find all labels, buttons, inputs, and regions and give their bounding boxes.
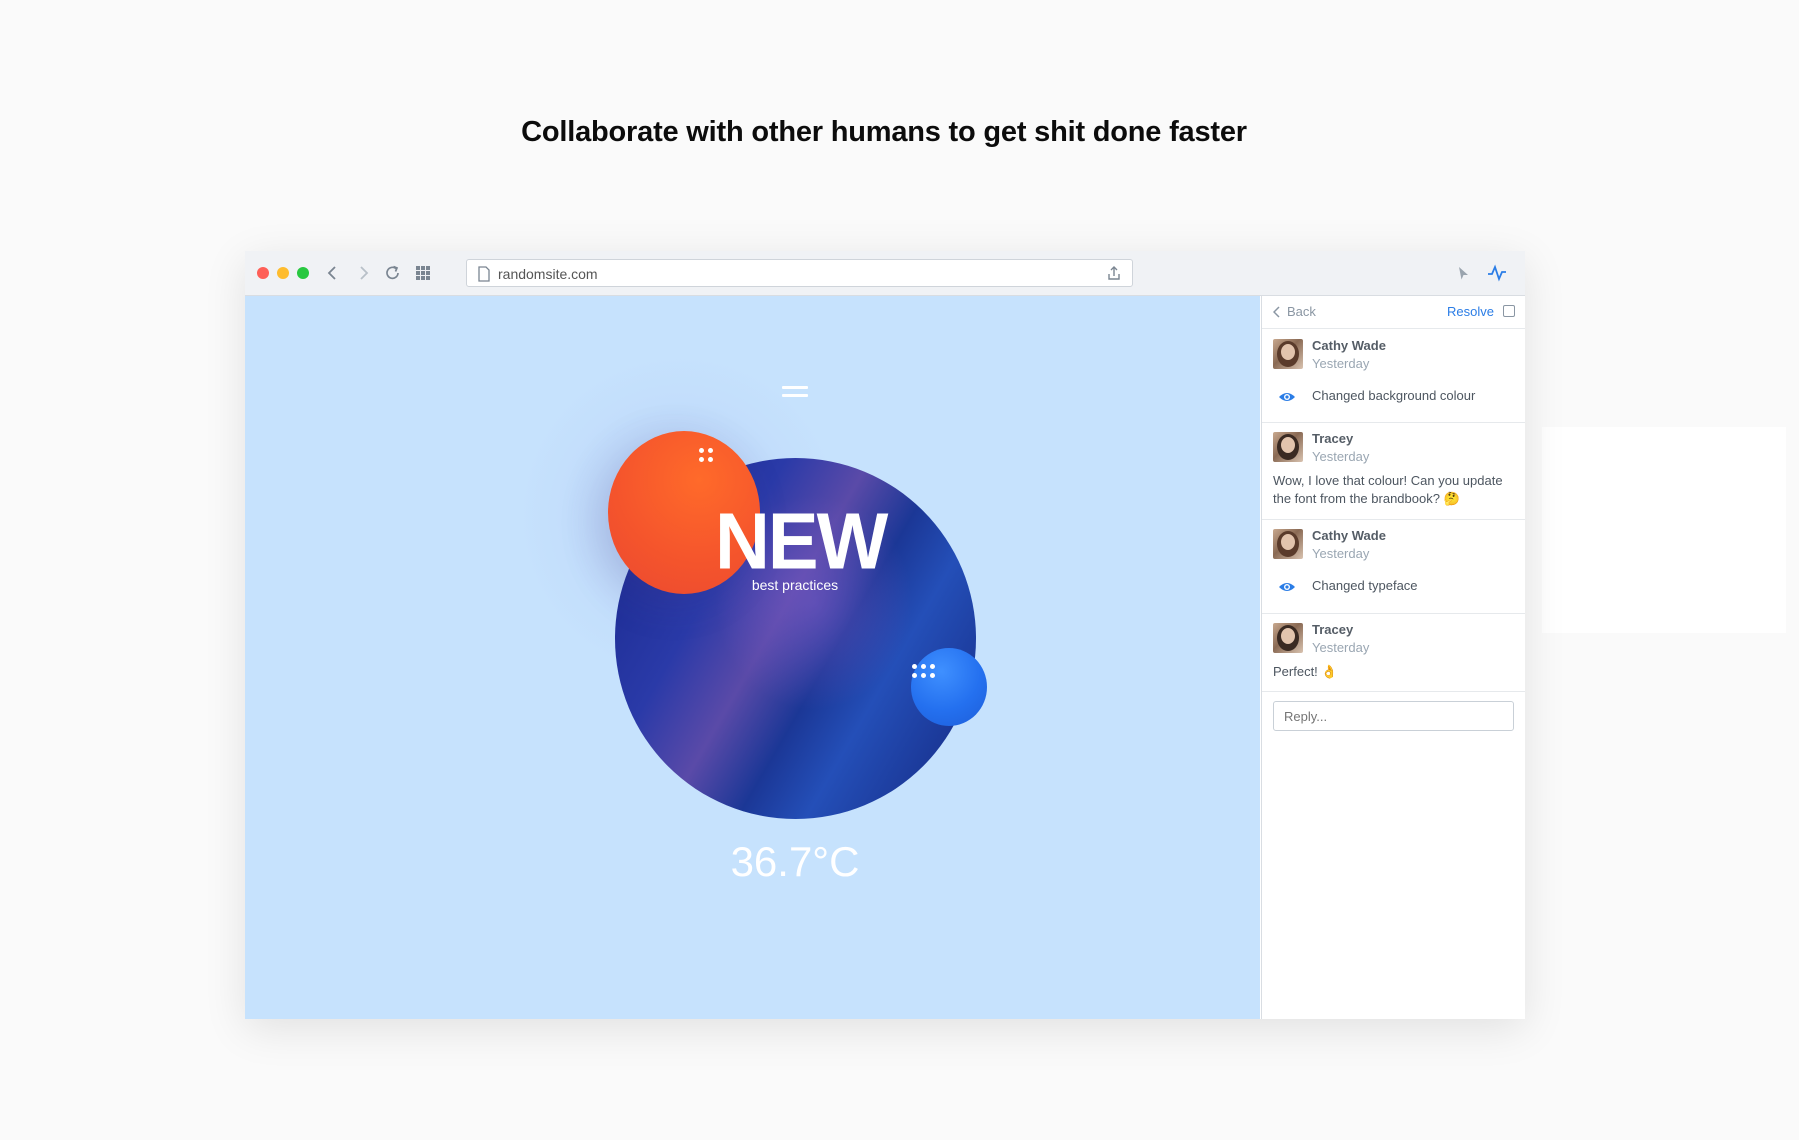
page-icon: [478, 266, 490, 282]
avatar: [1273, 623, 1303, 653]
comment-body: Perfect! 👌: [1273, 664, 1338, 679]
comment-author: Tracey: [1312, 622, 1354, 637]
back-icon[interactable]: [323, 263, 343, 283]
comment-body: Wow, I love that colour! Can you update …: [1273, 473, 1503, 506]
share-icon[interactable]: [1106, 265, 1122, 281]
hero-subtitle: best practices: [751, 577, 839, 593]
browser-window: randomsite.com NEW best practices 36.7°C…: [245, 251, 1525, 1019]
eye-icon[interactable]: [1278, 391, 1296, 403]
minimize-window-button[interactable]: [277, 267, 289, 279]
forward-icon[interactable]: [353, 263, 373, 283]
pointer-icon[interactable]: [1453, 263, 1473, 283]
dots-decoration: [699, 448, 713, 462]
comment-time: Yesterday: [1312, 356, 1370, 371]
comment-author: Cathy Wade: [1312, 338, 1386, 353]
comment-time: Yesterday: [1312, 449, 1370, 464]
comment-time: Yesterday: [1312, 640, 1370, 655]
comment-author: Tracey: [1312, 431, 1354, 446]
background-card: [1542, 427, 1786, 633]
close-window-button[interactable]: [257, 267, 269, 279]
browser-toolbar: randomsite.com: [245, 251, 1525, 296]
back-button[interactable]: Back: [1273, 304, 1316, 319]
back-label: Back: [1287, 304, 1316, 319]
comment-action-text: Changed typeface: [1312, 578, 1418, 593]
chevron-left-icon: [1273, 305, 1280, 318]
maximize-window-button[interactable]: [297, 267, 309, 279]
reload-icon[interactable]: [383, 263, 403, 283]
reply-input[interactable]: [1273, 701, 1514, 731]
resolve-checkbox[interactable]: [1503, 305, 1515, 317]
comment-action-text: Changed background colour: [1312, 388, 1476, 403]
blue-circle: [911, 648, 987, 726]
avatar: [1273, 529, 1303, 559]
headline: Collaborate with other humans to get shi…: [521, 116, 1247, 148]
website-canvas: NEW best practices 36.7°C: [245, 296, 1260, 1019]
hero-title: NEW: [715, 496, 888, 587]
activity-icon[interactable]: [1487, 263, 1507, 283]
avatar: [1273, 339, 1303, 369]
address-bar[interactable]: randomsite.com: [466, 259, 1133, 287]
resolve-button[interactable]: Resolve: [1447, 304, 1494, 319]
sidebar-header: Back Resolve: [1262, 296, 1525, 329]
comment-author: Cathy Wade: [1312, 528, 1386, 543]
temperature-readout: 36.7°C: [730, 838, 860, 885]
dots-decoration-blue: [912, 664, 935, 678]
comments-sidebar: Back Resolve Cathy Wade Yesterday Change…: [1261, 296, 1525, 1019]
avatar: [1273, 432, 1303, 462]
comment-item: Tracey Yesterday Perfect! 👌: [1262, 613, 1525, 692]
comment-time: Yesterday: [1312, 546, 1370, 561]
comment-item: Tracey Yesterday Wow, I love that colour…: [1262, 422, 1525, 520]
comment-item: Cathy Wade Yesterday Changed typeface: [1262, 519, 1525, 614]
eye-icon[interactable]: [1278, 581, 1296, 593]
apps-grid-icon[interactable]: [413, 263, 433, 283]
comment-item: Cathy Wade Yesterday Changed background …: [1262, 329, 1525, 423]
url-text: randomsite.com: [498, 266, 598, 282]
